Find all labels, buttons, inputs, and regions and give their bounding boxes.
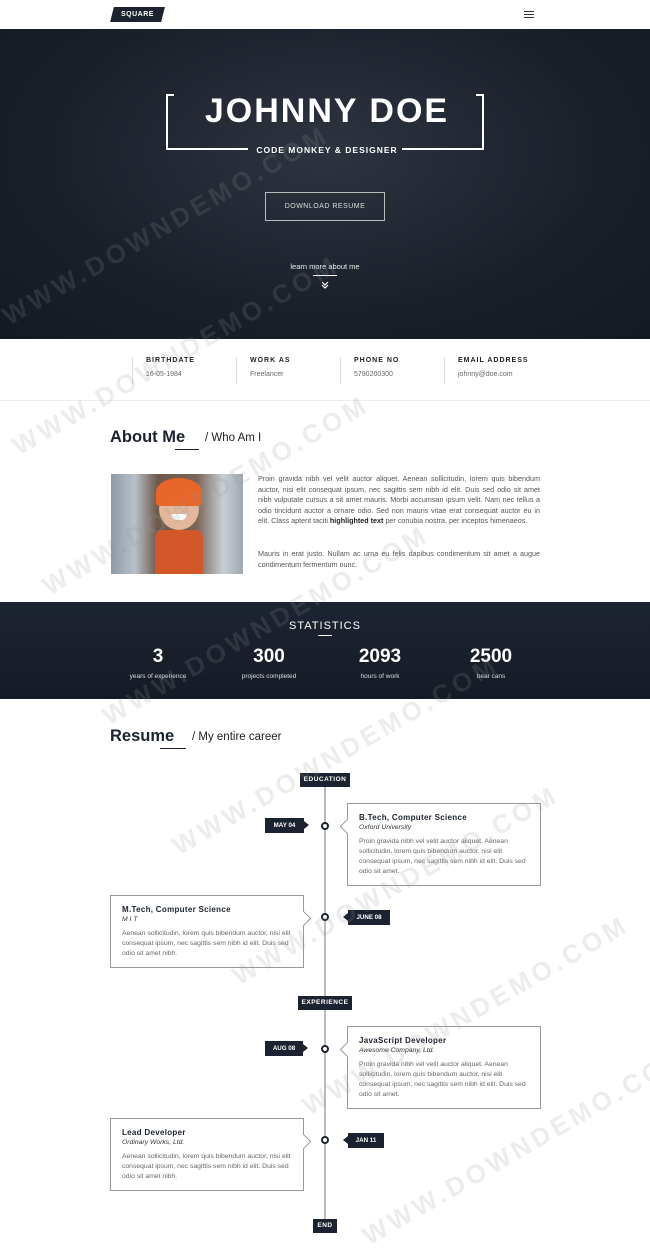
card-subtitle: M I T (122, 916, 138, 923)
learn-more-link[interactable]: learn more about me (0, 262, 650, 271)
info-value: Freelancer (250, 371, 284, 378)
about-text: per conubia nostra, per inceptos himenae… (385, 516, 528, 526)
card-title: M.Tech, Computer Science (122, 905, 231, 914)
info-phone: PHONE NO 5790200300 (340, 357, 399, 384)
stat-number: 2093 (358, 646, 402, 667)
info-work: WORK AS Freelancer (236, 357, 291, 384)
timeline-dot (321, 822, 329, 830)
download-resume-button[interactable]: DOWNLOAD RESUME (265, 192, 385, 221)
about-paragraph-1: Proin gravida nibh vel velit auctor aliq… (258, 474, 540, 527)
card-title: JavaScript Developer (359, 1036, 447, 1045)
timeline-dot (321, 913, 329, 921)
info-value: 5790200300 (354, 371, 393, 378)
timeline-date: MAY 04 (265, 818, 309, 833)
logo[interactable]: SQUARE (110, 7, 165, 22)
card-subtitle: Oxford University (359, 824, 412, 831)
card-text: Proin gravida nibh vel velit auctor aliq… (359, 1061, 526, 1098)
timeline-dot (321, 1045, 329, 1053)
timeline-card: B.Tech, Computer Science Oxford Universi… (347, 803, 541, 886)
card-text: Proin gravida nibh vel velit auctor aliq… (359, 838, 526, 875)
hero-frame: JOHNNY DOE CODE MONKEY & DESIGNER (166, 92, 484, 155)
stat-label: years of experience (129, 673, 187, 680)
info-email: EMAIL ADDRESS johnny@doe.com (444, 357, 529, 384)
timeline-dot (321, 1136, 329, 1144)
card-title: B.Tech, Computer Science (359, 813, 467, 822)
card-title: Lead Developer (122, 1128, 186, 1137)
page: SQUARE JOHNNY DOE CODE MONKEY & DESIGNER… (0, 0, 650, 1248)
timeline-tag-education: EDUCATION (300, 773, 350, 787)
about-subtitle: / Who Am I (205, 432, 262, 444)
stat-label: projects completed (241, 673, 297, 680)
info-label: PHONE NO (354, 357, 400, 364)
info-value: 16-05-1984 (146, 371, 182, 378)
timeline-date: JUNE 08 (343, 910, 390, 925)
stat-label: hours of work (360, 673, 400, 680)
timeline-tag-experience: EXPERIENCE (298, 996, 352, 1010)
stat-projects: 300 projects completed (209, 646, 329, 680)
double-chevron-down-icon[interactable] (320, 280, 330, 290)
card-subtitle: Ordinary Works, Ltd. (122, 1139, 185, 1146)
stat-number: 300 (253, 646, 285, 667)
resume-subtitle: / My entire career (192, 731, 282, 743)
statistics-title: STATISTICS (289, 620, 361, 632)
stat-cans: 2500 bear cans (431, 646, 551, 680)
hero-name: JOHNNY DOE (204, 92, 450, 130)
timeline-tag-end: END (313, 1219, 337, 1233)
resume-title: Resume (110, 727, 175, 745)
timeline-card: Lead Developer Ordinary Works, Ltd. Aene… (110, 1118, 304, 1191)
card-text: Aenean sollicitudin, lorem quis bibendum… (122, 930, 291, 957)
timeline-card: M.Tech, Computer Science M I T Aenean so… (110, 895, 304, 968)
about-paragraph-2: Mauris in erat justo. Nullam ac urna eu … (258, 549, 540, 569)
highlighted-text: highlighted text (329, 516, 384, 526)
stat-number: 2500 (469, 646, 513, 667)
card-text: Aenean sollicitudin, lorem quis bibendum… (122, 1153, 291, 1180)
timeline-date: JAN 11 (343, 1133, 384, 1148)
resume-title-underline (160, 748, 186, 749)
about-title: About Me (110, 428, 186, 446)
profile-photo (111, 474, 243, 574)
info-value[interactable]: johnny@doe.com (458, 371, 529, 378)
info-birthdate: BIRTHDATE 16-05-1984 (132, 357, 195, 384)
statistics-section: STATISTICS 3 years of experience 300 pro… (0, 602, 650, 699)
timeline-date: AUG 08 (265, 1041, 308, 1056)
statistics-underline (318, 635, 332, 636)
info-label: WORK AS (250, 357, 291, 364)
logo-text: SQUARE (121, 11, 154, 18)
hero-subtitle: CODE MONKEY & DESIGNER (256, 145, 398, 155)
info-label: BIRTHDATE (146, 357, 195, 364)
card-subtitle: Awesome Company, Ltd. (359, 1047, 435, 1054)
timeline-card: JavaScript Developer Awesome Company, Lt… (347, 1026, 541, 1109)
stat-hours: 2093 hours of work (320, 646, 440, 680)
stat-label: bear cans (476, 673, 506, 680)
stat-years: 3 years of experience (98, 646, 218, 680)
info-bar: BIRTHDATE 16-05-1984 WORK AS Freelancer … (0, 339, 650, 401)
about-title-underline (175, 449, 199, 450)
hero-section: JOHNNY DOE CODE MONKEY & DESIGNER DOWNLO… (0, 29, 650, 339)
top-nav: SQUARE (0, 0, 650, 29)
stat-number: 3 (152, 646, 164, 667)
info-label: EMAIL ADDRESS (458, 357, 529, 364)
photo-hat (156, 478, 202, 506)
photo-scarf (155, 530, 203, 574)
learn-more-underline (313, 275, 337, 276)
hamburger-icon[interactable] (524, 11, 534, 19)
